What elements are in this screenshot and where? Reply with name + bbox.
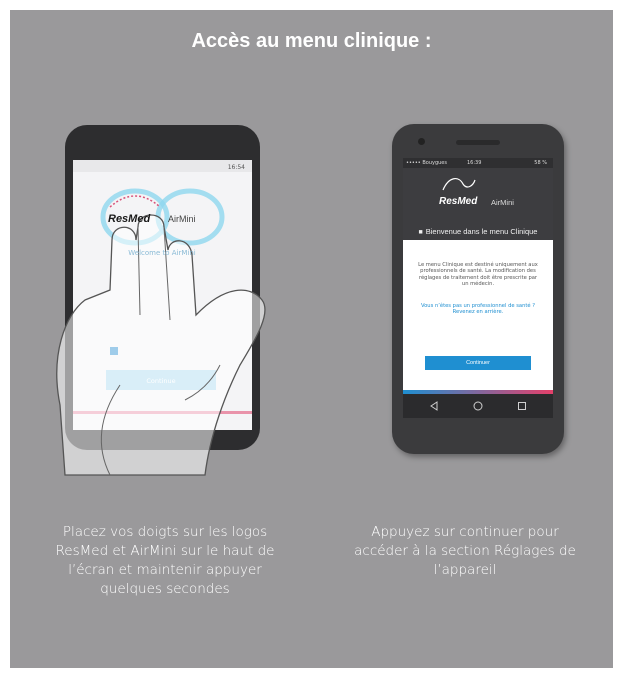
brand-resmed: ResMed bbox=[439, 196, 478, 207]
back-icon[interactable] bbox=[429, 401, 439, 411]
not-professional-link[interactable]: Vous n’êtes pas un professionnel de sant… bbox=[415, 303, 541, 316]
right-caption: Appuyez sur continuer pour accéder à la … bbox=[354, 524, 576, 578]
page-title: Accès au menu clinique : bbox=[191, 30, 432, 52]
android-phone: ••••• Bouygues 16:39 58 % ResMed AirMini… bbox=[392, 124, 564, 454]
status-bar: ••••• Bouygues 16:39 58 % bbox=[403, 158, 553, 168]
welcome-text: Bienvenue dans le menu Clinique bbox=[425, 227, 538, 236]
recent-apps-icon[interactable] bbox=[517, 401, 527, 411]
left-phone-time: 16:54 bbox=[228, 164, 245, 171]
link-line-2: Revenez en arrière. bbox=[452, 309, 504, 316]
android-nav-bar bbox=[403, 394, 553, 418]
lock-icon: ■ bbox=[418, 229, 423, 236]
hand-gesture-illustration: 16:54 ResMed AirMini Welcome to AirMini … bbox=[56, 125, 266, 476]
resmed-wave-logo-icon bbox=[442, 178, 476, 191]
left-continue: Continue bbox=[146, 377, 175, 385]
phone-speaker bbox=[456, 140, 500, 145]
left-caption: Placez vos doigts sur les logos ResMed e… bbox=[55, 524, 275, 597]
left-brand-airmini: AirMini bbox=[168, 214, 196, 224]
home-icon[interactable] bbox=[473, 401, 483, 411]
status-time: 16:39 bbox=[467, 160, 482, 166]
left-welcome: Welcome to AirMini bbox=[128, 249, 196, 257]
app-header: ResMed AirMini bbox=[403, 168, 553, 224]
phone-screen: ••••• Bouygues 16:39 58 % ResMed AirMini… bbox=[403, 158, 553, 418]
status-carrier: ••••• Bouygues bbox=[406, 160, 447, 166]
brand-airmini: AirMini bbox=[491, 198, 514, 207]
instruction-panel: Accès au menu clinique : 16:54 ResMed Ai… bbox=[10, 10, 613, 668]
welcome-banner: ■ Bienvenue dans le menu Clinique bbox=[403, 224, 553, 240]
phone-camera bbox=[418, 138, 425, 145]
status-battery: 58 % bbox=[534, 160, 547, 166]
continue-button[interactable]: Continuer bbox=[425, 356, 531, 370]
clinical-notice: Le menu Clinique est destiné uniquement … bbox=[418, 262, 538, 288]
left-brand-resmed: ResMed bbox=[108, 213, 150, 225]
